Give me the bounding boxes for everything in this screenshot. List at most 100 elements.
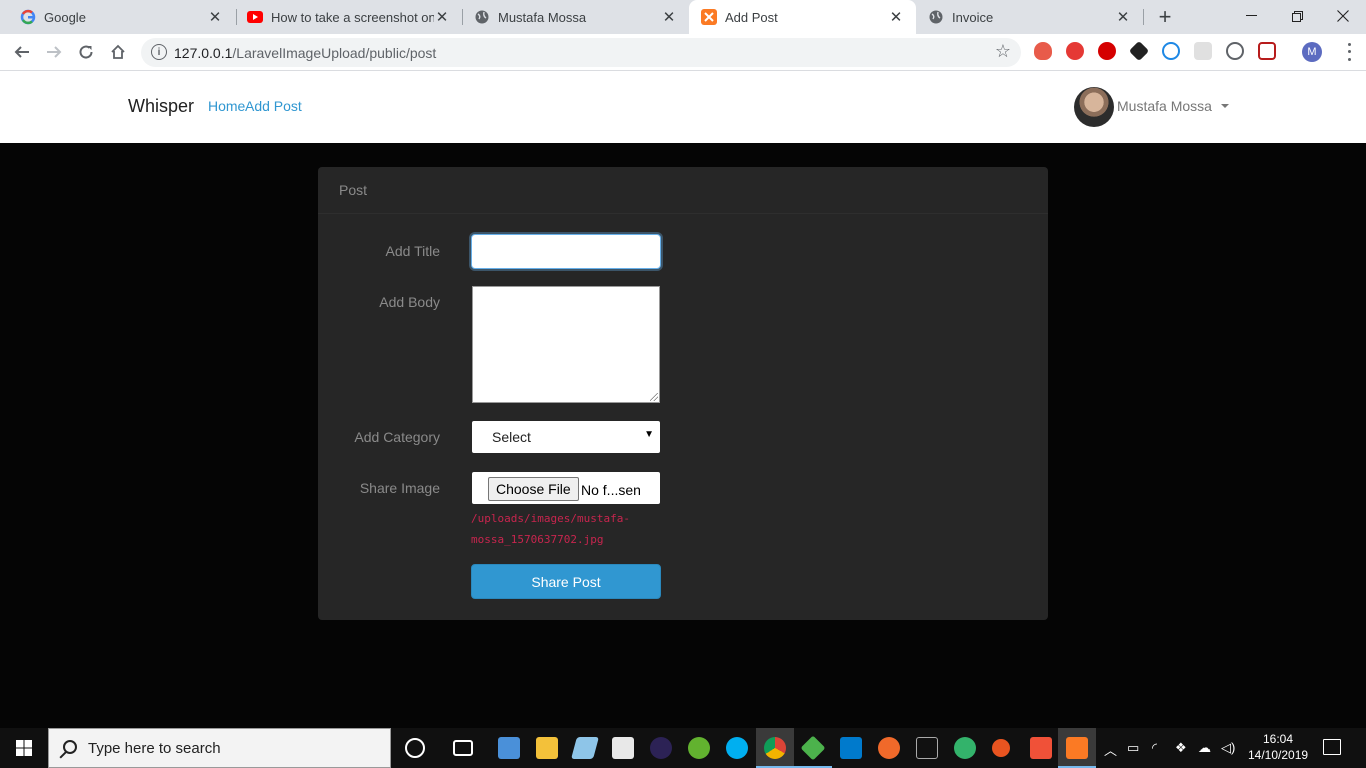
choose-file-button[interactable]: Choose File (488, 477, 579, 501)
sourcetree-icon[interactable] (800, 735, 826, 761)
close-icon[interactable]: ✕ (207, 9, 223, 26)
image-path-text: /uploads/images/mustafa-mossa_1570637702… (471, 512, 630, 546)
user-name[interactable]: Mustafa Mossa (1117, 98, 1212, 114)
windows-logo-icon (16, 740, 32, 756)
google-icon (20, 9, 36, 25)
clock-date: 14/10/2019 (1248, 748, 1309, 762)
back-button[interactable] (10, 40, 34, 64)
tab-add-post[interactable]: Add Post ✕ (689, 0, 916, 34)
file-input[interactable]: Choose File No f...sen (472, 472, 660, 504)
user-avatar[interactable] (1074, 87, 1114, 127)
wifi-icon[interactable]: ◜ (1152, 740, 1157, 756)
profile-avatar[interactable]: M (1302, 42, 1322, 62)
search-placeholder: Type here to search (88, 740, 221, 757)
extension-red-circle-icon[interactable] (1066, 42, 1084, 60)
body-textarea[interactable] (472, 286, 660, 403)
nav-add-post-link[interactable]: Add Post (245, 98, 302, 114)
taskbar-search-box[interactable]: Type here to search (48, 728, 391, 768)
tray-chevron-icon[interactable]: ︿ (1104, 740, 1117, 759)
home-icon (111, 44, 125, 59)
restore-button[interactable] (1274, 0, 1320, 32)
tab-title: How to take a screenshot on w (271, 9, 434, 25)
volume-icon[interactable]: ◁) (1221, 740, 1235, 756)
extension-cube-icon[interactable] (1128, 40, 1150, 62)
extension-grid-icon[interactable] (1194, 42, 1212, 60)
sublime-icon[interactable] (878, 737, 900, 759)
eclipse-icon[interactable] (650, 737, 672, 759)
close-icon[interactable]: ✕ (888, 9, 904, 26)
tab-invoice[interactable]: Invoice ✕ (916, 0, 1143, 34)
browser-toolbar: i 127.0.0.1/LaravelImageUpload/public/po… (0, 34, 1366, 71)
task-view-icon[interactable] (453, 740, 473, 756)
resize-handle-icon[interactable] (650, 393, 658, 401)
address-bar[interactable]: i 127.0.0.1/LaravelImageUpload/public/po… (141, 38, 1021, 67)
utorrent-icon[interactable] (688, 737, 710, 759)
home-button[interactable] (106, 40, 130, 64)
title-label: Add Title (385, 243, 440, 259)
category-label: Add Category (354, 429, 440, 445)
extension-shield-icon[interactable] (1034, 42, 1052, 60)
taskbar-clock[interactable]: 16:04 14/10/2019 (1248, 731, 1308, 763)
minimize-button[interactable] (1228, 0, 1274, 32)
extension-code-icon[interactable] (1226, 42, 1244, 60)
close-icon[interactable]: ✕ (661, 9, 677, 26)
swift-icon[interactable] (1030, 737, 1052, 759)
url-host: 127.0.0.1 (174, 45, 233, 61)
extension-power-icon[interactable] (1098, 42, 1116, 60)
image-label: Share Image (359, 480, 440, 496)
nav-home-link[interactable]: Home (208, 98, 245, 114)
ubuntu-icon[interactable] (992, 739, 1010, 757)
search-icon (63, 740, 77, 754)
terminal-icon[interactable] (916, 737, 938, 759)
url-text[interactable]: 127.0.0.1/LaravelImageUpload/public/post (174, 45, 436, 61)
category-select[interactable]: Select ▼ (472, 421, 660, 453)
title-input[interactable] (471, 234, 661, 269)
info-icon[interactable]: i (151, 44, 167, 60)
onedrive-icon[interactable]: ☁ (1198, 740, 1211, 756)
clock-time: 16:04 (1262, 732, 1294, 746)
start-button[interactable] (0, 728, 48, 768)
close-icon[interactable]: ✕ (434, 9, 450, 26)
restore-icon (1291, 10, 1303, 22)
tab-mustafa-mossa[interactable]: Mustafa Mossa ✕ (454, 0, 689, 34)
atom-icon[interactable] (954, 737, 976, 759)
body-label: Add Body (379, 294, 440, 310)
close-icon[interactable]: ✕ (1115, 9, 1131, 26)
tab-title: Invoice (952, 9, 994, 25)
url-path: /LaravelImageUpload/public/post (232, 45, 437, 61)
tab-title: Add Post (725, 9, 778, 25)
close-icon (1337, 10, 1349, 22)
dropbox-icon[interactable]: ❖ (1175, 740, 1187, 756)
site-brand[interactable]: Whisper (128, 96, 194, 117)
site-navbar: Whisper Home Add Post Mustafa Mossa (0, 71, 1366, 143)
minimize-icon (1245, 15, 1257, 16)
file-explorer-icon[interactable] (536, 737, 558, 759)
skype-icon[interactable] (726, 737, 748, 759)
windows-taskbar: Type here to search ︿ ▭ ◜ ❖ ☁ ◁) 16:04 1… (0, 728, 1366, 768)
cortana-icon[interactable] (405, 738, 425, 758)
bookmark-star-icon[interactable]: ☆ (995, 41, 1011, 62)
notification-center-icon[interactable] (1323, 739, 1341, 755)
forward-button[interactable] (42, 40, 66, 64)
notes-app-icon[interactable] (571, 737, 599, 759)
tab-youtube[interactable]: How to take a screenshot on w ✕ (227, 0, 462, 34)
chrome-menu-icon[interactable] (1344, 41, 1354, 63)
extension-pocket-icon[interactable] (1258, 42, 1276, 60)
xampp-icon[interactable] (1066, 737, 1088, 759)
extension-search-icon[interactable] (1162, 42, 1180, 60)
tab-title: Google (44, 9, 86, 25)
close-window-button[interactable] (1320, 0, 1366, 32)
chrome-icon[interactable] (764, 737, 786, 759)
tab-title: Mustafa Mossa (498, 9, 587, 25)
share-post-button[interactable]: Share Post (471, 564, 661, 599)
panel-heading: Post (318, 167, 1048, 214)
caret-down-icon[interactable] (1221, 104, 1229, 108)
web-page: Whisper Home Add Post Mustafa Mossa Post… (0, 71, 1366, 728)
new-tab-button[interactable]: + (1153, 4, 1177, 29)
document-app-icon[interactable] (612, 737, 634, 759)
reload-button[interactable] (74, 40, 98, 64)
vscode-icon[interactable] (840, 737, 862, 759)
battery-icon[interactable]: ▭ (1127, 740, 1139, 756)
tab-google[interactable]: Google ✕ (0, 0, 235, 34)
teamviewer-icon[interactable] (498, 737, 520, 759)
